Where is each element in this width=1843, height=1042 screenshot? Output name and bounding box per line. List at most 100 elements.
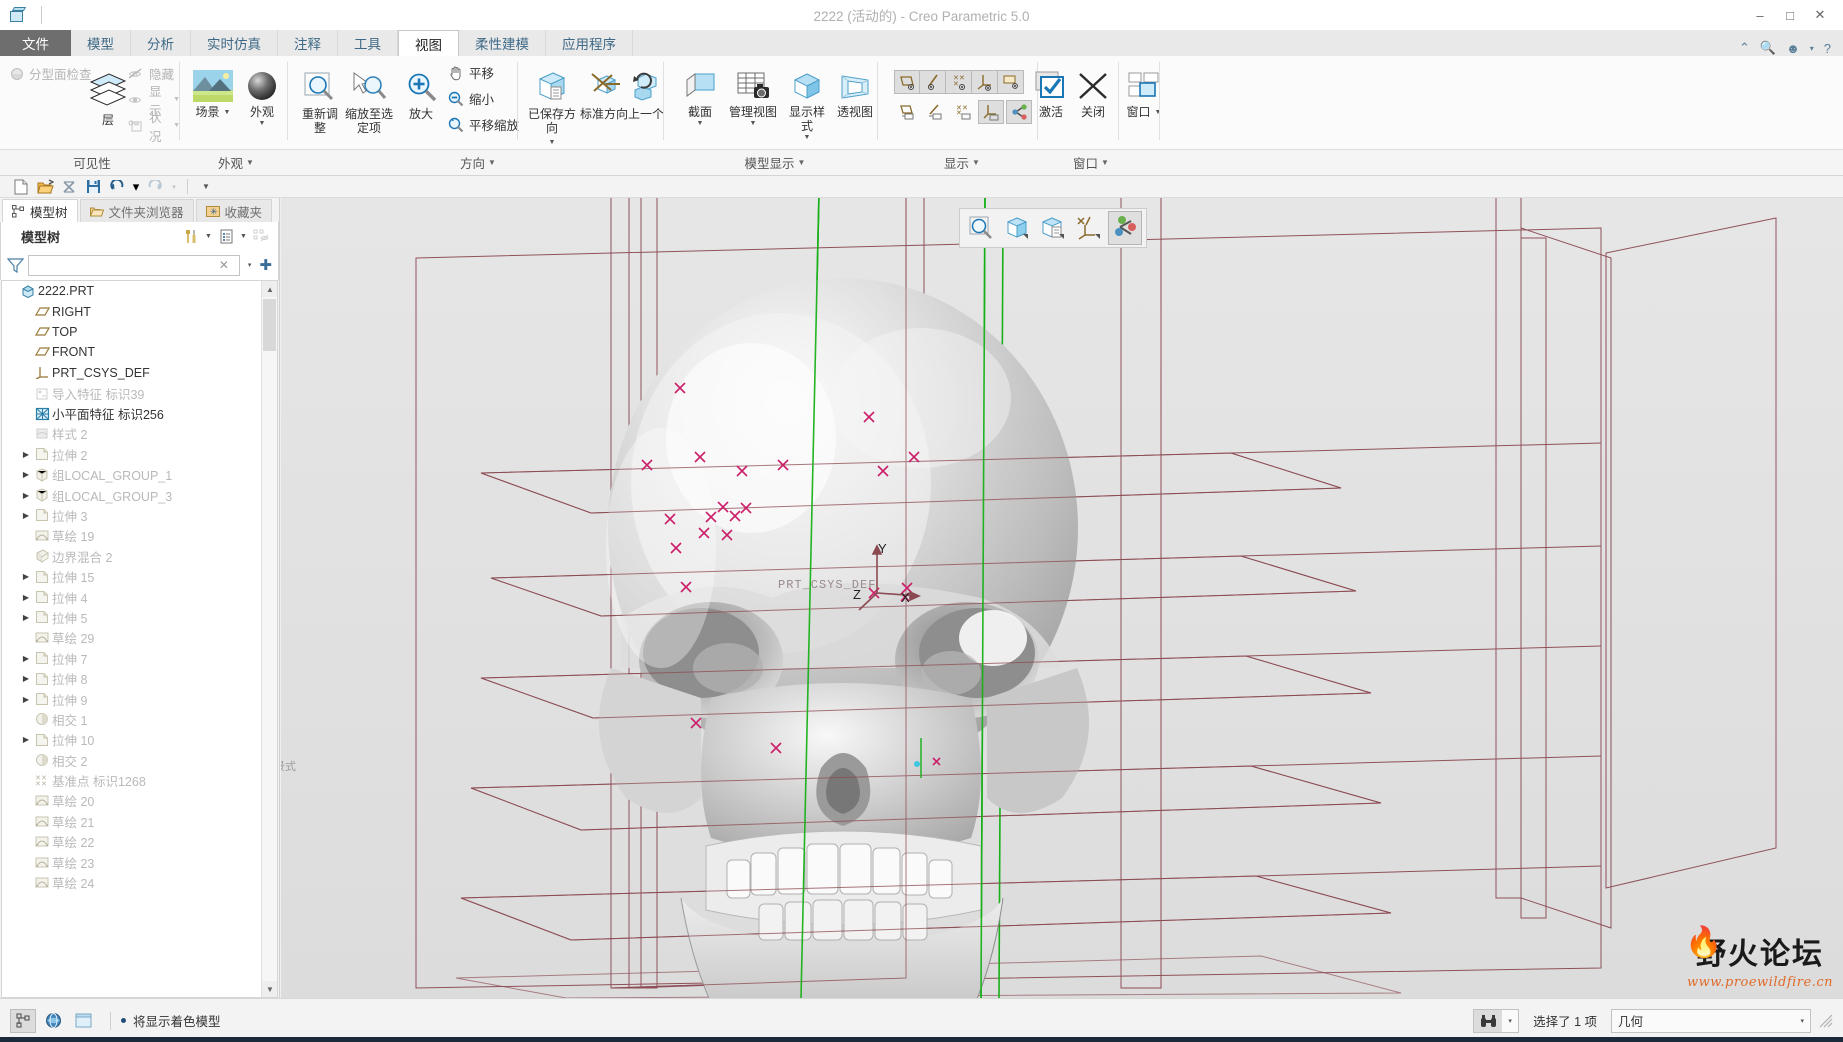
tree-node[interactable]: ▶ 拉伸 2 — [2, 444, 261, 464]
undo-caret[interactable]: ▾ — [130, 177, 142, 197]
section-caret-icon[interactable]: ▼ — [697, 120, 704, 128]
tree-node[interactable]: 草绘 24 — [2, 872, 261, 892]
open-file-button[interactable] — [34, 177, 56, 197]
standard-orientation-button[interactable]: 标准方向 — [580, 64, 628, 122]
group-label-orientation[interactable]: 方向 ▼ — [292, 150, 664, 175]
tree-node[interactable]: TOP — [2, 322, 261, 342]
tree-node[interactable]: 导入特征 标识39 — [2, 383, 261, 403]
tree-filter-off-button[interactable] — [250, 225, 272, 247]
tree-node[interactable]: ▶ 拉伸 7 — [2, 648, 261, 668]
funnel-filter-icon[interactable] — [7, 257, 24, 273]
scroll-down-arrow[interactable]: ▼ — [262, 981, 277, 997]
tree-node[interactable]: 草绘 19 — [2, 526, 261, 546]
customize-qat-icon[interactable]: ▼ — [195, 177, 217, 197]
datum-axis-display-toggle[interactable] — [920, 70, 946, 94]
close-document-button[interactable] — [58, 177, 80, 197]
tab-model-tree[interactable]: 模型树 — [2, 199, 78, 222]
tree-node[interactable]: ▶ 组LOCAL_GROUP_3 — [2, 485, 261, 505]
tree-node[interactable]: ▶ 拉伸 5 — [2, 607, 261, 627]
tree-expand-arrow[interactable]: ▶ — [20, 511, 32, 520]
group-label-model-display[interactable]: 模型显示 ▼ — [672, 150, 878, 175]
zoom-to-selection-button[interactable]: 缩放至选定项 — [343, 64, 395, 136]
status-button[interactable]: 状况 ▼ — [124, 111, 180, 144]
tree-node[interactable]: 草绘 23 — [2, 852, 261, 872]
saved-orientation-button[interactable]: 已保存方向 ▼ — [526, 64, 578, 147]
close-window-button[interactable]: 关闭 — [1072, 64, 1114, 120]
graphics-viewport[interactable]: PRT_CSYS_DEF Y Z X 着入景式 — [281, 198, 1843, 998]
model-tree-scrollbar[interactable]: ▲ ▼ — [261, 281, 277, 997]
tree-expand-arrow[interactable]: ▶ — [20, 491, 32, 500]
axis-tag-display-toggle[interactable] — [922, 100, 948, 124]
windows-button[interactable]: 窗口 ▼ — [1126, 64, 1162, 120]
tree-node[interactable]: ▶ 拉伸 15 — [2, 566, 261, 586]
new-file-button[interactable] — [10, 177, 32, 197]
ribbon-tab-flexible-modeling[interactable]: 柔性建模 — [459, 30, 546, 56]
help-icon[interactable]: ? — [1824, 41, 1831, 56]
ribbon-tab-analysis[interactable]: 分析 — [131, 30, 191, 56]
tree-expand-arrow[interactable]: ▶ — [20, 654, 32, 663]
csys-tag-display-toggle[interactable] — [978, 100, 1004, 124]
gfx-appearance-button[interactable] — [1108, 211, 1142, 245]
tree-node[interactable]: 小平面特征 标识256 — [2, 403, 261, 423]
help-dropdown-icon[interactable]: ▾ — [1810, 44, 1814, 53]
filter-clear-icon[interactable]: ✕ — [219, 258, 229, 272]
csys-display-toggle[interactable] — [972, 70, 998, 94]
tree-node[interactable]: ▶ 拉伸 4 — [2, 587, 261, 607]
tree-expand-arrow[interactable]: ▶ — [20, 674, 32, 683]
zoom-in-button[interactable]: 放大 — [402, 64, 440, 122]
group-label-display[interactable]: 显示 ▼ — [886, 150, 1038, 175]
tree-expand-arrow[interactable]: ▶ — [20, 470, 32, 479]
tree-node[interactable]: ▶ 拉伸 8 — [2, 668, 261, 688]
appearance-button[interactable]: 外观 ▼ — [240, 64, 284, 128]
pan-button[interactable]: 平移 — [444, 61, 498, 84]
tab-folder-browser[interactable]: 文件夹浏览器 — [79, 199, 194, 222]
ribbon-tab-view[interactable]: 视图 — [398, 30, 459, 56]
tree-node[interactable]: 草绘 22 — [2, 832, 261, 852]
selection-filter-combo[interactable]: 几何 ▾ — [1611, 1008, 1811, 1033]
tree-expand-arrow[interactable]: ▶ — [20, 695, 32, 704]
pan-zoom-button[interactable]: 平移缩放 — [444, 113, 523, 136]
group-label-window[interactable]: 窗口 ▼ — [1022, 150, 1160, 175]
tab-favorites[interactable]: ✳ 收藏夹 — [195, 199, 273, 222]
tree-node[interactable]: ▶ 拉伸 3 — [2, 505, 261, 525]
point-tag-display-toggle[interactable]: ✕ ✕ ✕ — [950, 100, 976, 124]
gfx-refit-button[interactable] — [964, 211, 998, 245]
window-toggle-button[interactable] — [70, 1009, 96, 1033]
filter-caret-icon[interactable]: ▾ — [244, 261, 256, 269]
scene-caret-icon[interactable]: ▼ — [224, 109, 231, 117]
refit-button[interactable]: 重新调整 — [298, 64, 342, 136]
tree-expand-arrow[interactable]: ▶ — [20, 735, 32, 744]
tree-expand-arrow[interactable]: ▶ — [20, 572, 32, 581]
tree-settings-caret[interactable]: ▼ — [237, 225, 250, 247]
ribbon-tab-annotate[interactable]: 注释 — [278, 30, 338, 56]
manage-views-button[interactable]: 管理视图 ▼ — [724, 64, 782, 128]
scroll-thumb[interactable] — [263, 299, 276, 351]
account-icon[interactable]: ☻ — [1786, 41, 1800, 56]
gfx-display-style-button[interactable] — [1000, 211, 1034, 245]
undo-button[interactable] — [106, 177, 128, 197]
display-style-button[interactable]: 显示样式 ▼ — [784, 64, 830, 142]
scene-button[interactable]: 场景 ▼ — [188, 64, 238, 120]
tree-node[interactable]: ▶ 组LOCAL_GROUP_1 — [2, 465, 261, 485]
ribbon-tab-applications[interactable]: 应用程序 — [546, 30, 633, 56]
tree-settings-button[interactable] — [215, 225, 237, 247]
redo-button[interactable] — [144, 177, 166, 197]
tree-node[interactable]: 2222.PRT — [2, 281, 261, 301]
redo-caret[interactable]: ▾ — [168, 177, 180, 197]
search-icon[interactable]: 🔍 — [1760, 40, 1776, 56]
model-tree-toggle-button[interactable] — [10, 1008, 36, 1033]
tree-node[interactable]: RIGHT — [2, 301, 261, 321]
tree-tools-caret[interactable]: ▼ — [202, 225, 215, 247]
windows-caret-icon[interactable]: ▼ — [1155, 109, 1162, 117]
tree-node[interactable]: 样式 2 — [2, 424, 261, 444]
collapse-ribbon-icon[interactable]: ⌃ — [1739, 40, 1750, 56]
browser-toggle-button[interactable] — [40, 1009, 66, 1033]
tree-node[interactable]: ▶ 拉伸 9 — [2, 689, 261, 709]
section-button[interactable]: 截面 ▼ — [678, 64, 722, 128]
tree-tools-button[interactable] — [180, 225, 202, 247]
search-tool-combo[interactable]: ▾ — [1473, 1008, 1520, 1033]
tree-node[interactable]: ✕ ✕ ✕ ✕ 基准点 标识1268 — [2, 770, 261, 790]
tree-node[interactable]: 相交 1 — [2, 709, 261, 729]
manage-views-caret-icon[interactable]: ▼ — [750, 120, 757, 128]
filter-add-icon[interactable]: ✚ — [259, 256, 272, 274]
